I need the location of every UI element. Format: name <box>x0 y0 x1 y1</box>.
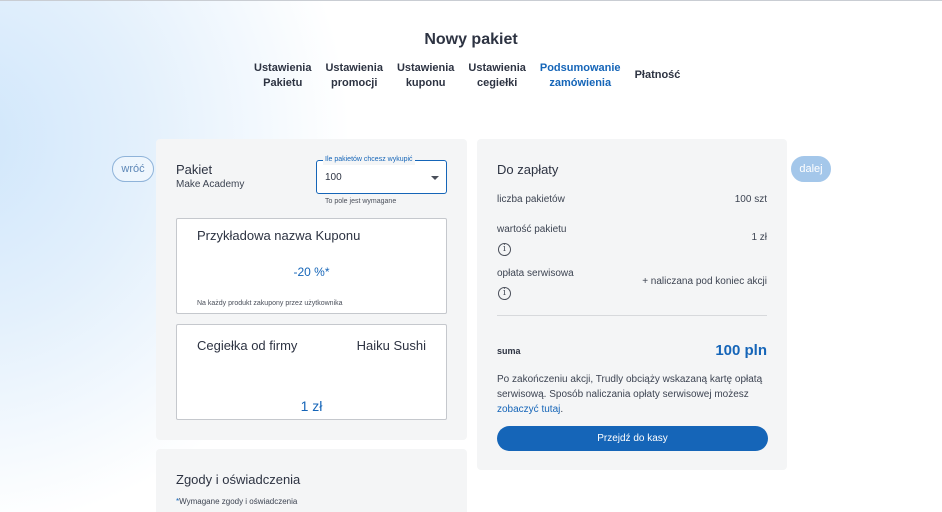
checkout-button[interactable]: Przejdź do kasy <box>497 426 768 451</box>
brick-name: Cegiełka od firmy <box>197 338 298 353</box>
step-label: Podsumowanie <box>539 62 621 74</box>
package-card: Pakiet Make Academy Ile pakietów chcesz … <box>156 139 467 440</box>
service-fee-note: Po zakończeniu akcji, Trudly obciąży wsk… <box>497 372 767 417</box>
select-value: 100 <box>325 172 342 183</box>
top-border <box>0 0 942 1</box>
payment-title: Do zapłaty <box>497 162 559 177</box>
divider <box>497 315 767 316</box>
stepper: Ustawienia Pakietu Ustawienia promocji U… <box>254 61 694 91</box>
step-label: Płatność <box>634 69 681 81</box>
info-icon[interactable]: i <box>498 287 511 300</box>
step-package-settings[interactable]: Ustawienia Pakietu <box>254 61 311 91</box>
step-label: Ustawienia <box>254 62 312 74</box>
package-count-select[interactable]: Ile pakietów chcesz wykupić 100 <box>316 155 447 194</box>
step-label: kuponu <box>405 77 446 89</box>
step-label: zamówienia <box>549 77 612 89</box>
step-label: Ustawienia <box>468 62 526 74</box>
step-order-summary[interactable]: Podsumowanie zamówienia <box>540 61 621 91</box>
coupon-discount: -20 %* <box>293 265 330 279</box>
sum-value: 100 pln <box>715 342 767 359</box>
step-label: promocji <box>330 77 378 89</box>
coupon-box: Przykładowa nazwa Kuponu -20 %* Na każdy… <box>176 218 447 314</box>
service-fee-note-end: . <box>560 404 564 415</box>
back-button[interactable]: wróć <box>112 156 154 182</box>
chevron-down-icon[interactable] <box>431 176 439 180</box>
payment-summary-card: Do zapłaty liczba pakietów 100 szt warto… <box>477 139 787 470</box>
required-helper-text: To pole jest wymagane <box>325 198 397 205</box>
info-icon[interactable]: i <box>498 243 511 256</box>
step-label: Ustawienia <box>396 62 455 74</box>
summary-row-value: 1 zł <box>751 232 767 243</box>
summary-row-value: 100 szt <box>734 194 767 205</box>
brick-company: Haiku Sushi <box>356 338 426 353</box>
consents-note-text: Wymagane zgody i oświadczenia <box>179 497 298 506</box>
coupon-name: Przykładowa nazwa Kuponu <box>197 228 361 243</box>
page-title: Nowy pakiet <box>424 31 518 48</box>
summary-row-label: liczba pakietów <box>497 194 565 205</box>
step-label: Ustawienia <box>325 62 383 74</box>
summary-row-label: opłata serwisowa <box>497 268 574 279</box>
consents-required-note: *Wymagane zgody i oświadczenia <box>176 497 297 506</box>
service-fee-link[interactable]: zobaczyć tutaj <box>497 404 560 415</box>
summary-row-value: + naliczana pod koniec akcji <box>642 276 767 287</box>
step-coupon-settings[interactable]: Ustawienia kuponu <box>397 61 454 91</box>
next-button[interactable]: dalej <box>791 156 831 182</box>
package-title: Pakiet <box>176 162 213 177</box>
sum-label: suma <box>497 346 521 356</box>
step-label: cegiełki <box>476 77 518 89</box>
select-label: Ile pakietów chcesz wykupić <box>323 155 415 165</box>
consents-title: Zgody i oświadczenia <box>176 472 301 487</box>
step-promotion-settings[interactable]: Ustawienia promocji <box>325 61 382 91</box>
step-label: Pakietu <box>263 77 303 89</box>
brick-box: Cegiełka od firmy Haiku Sushi 1 zł <box>176 324 447 420</box>
package-subtitle: Make Academy <box>176 179 245 190</box>
coupon-note: Na każdy produkt zakupony przez użytkown… <box>197 300 343 307</box>
brick-amount: 1 zł <box>300 398 323 414</box>
consents-card: Zgody i oświadczenia *Wymagane zgody i o… <box>156 449 467 512</box>
summary-row-label: wartość pakietu <box>497 224 567 235</box>
service-fee-note-text: Po zakończeniu akcji, Trudly obciąży wsk… <box>497 374 763 400</box>
step-brick-settings[interactable]: Ustawienia cegiełki <box>468 61 525 91</box>
step-payment[interactable]: Płatność <box>635 68 681 83</box>
